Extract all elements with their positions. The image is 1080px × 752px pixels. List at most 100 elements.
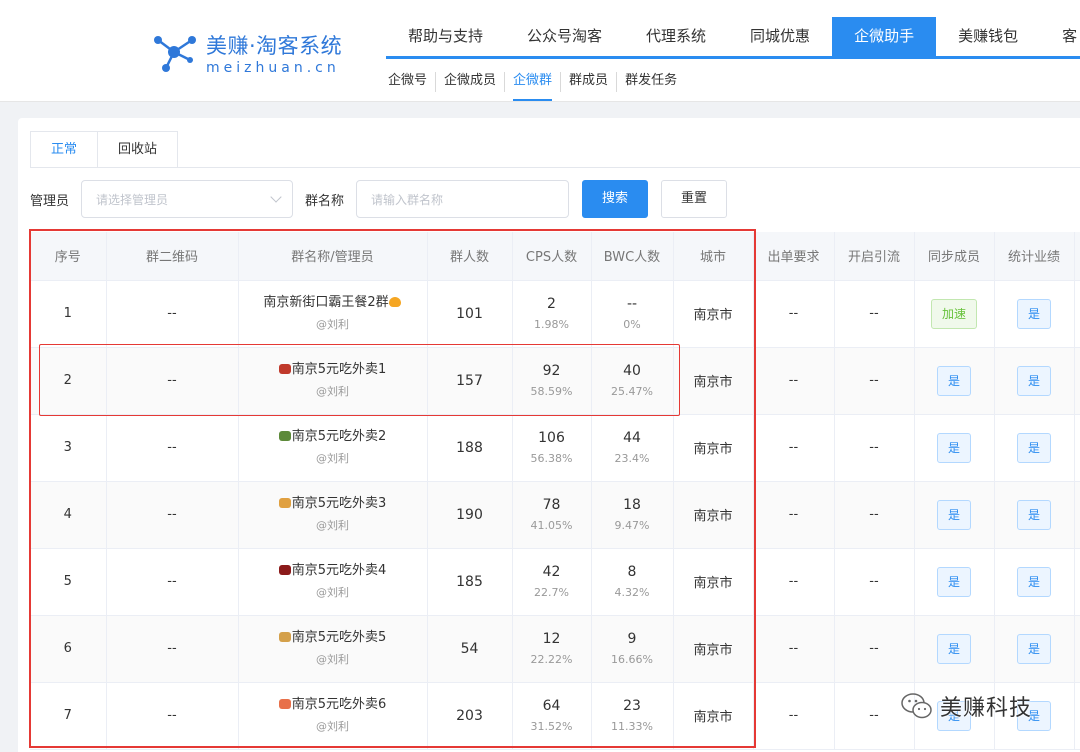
groups-table-wrapper: 序号 群二维码 群名称/管理员 群人数 CPS人数 BWC人数 城市 出单要求 … [30,232,1080,752]
nav-wallet[interactable]: 美赚钱包 [936,17,1040,56]
col-bwc-count: BWC人数 [591,232,674,281]
group-name-placeholder: 请输入群名称 [371,193,444,207]
group-name-line: 南京5元吃外卖5 [239,628,427,648]
group-name-line: 南京5元吃外卖6 [239,695,427,715]
sync-members-button[interactable]: 加速 [930,298,977,329]
bwc-count: 18 [623,496,641,513]
stats-toggle-button[interactable]: 是 [1016,499,1051,530]
city: 南京市 [693,509,733,524]
member-count: 101 [456,305,483,322]
watermark-text: 美赚科技 [940,696,1033,721]
table-row[interactable]: 2 -- 南京5元吃外卖1 @刘利 157 92 58.59% 40 25.47% 南京市 -- --… [30,347,1080,415]
cell-group-name: 南京5元吃外卖5 @刘利 [238,615,428,683]
bwc-percent: 0% [623,317,641,331]
filter-bar: 管理员 请选择管理员 群名称 请输入群名称 搜索 重置 [30,180,728,218]
cps-percent: 58.59% [530,384,573,398]
cell-traffic-enabled: -- [834,481,915,549]
table-row[interactable]: 4 -- 南京5元吃外卖3 @刘利 190 78 41.05% 18 9.47% 南京市 -- -- 是… [30,481,1080,549]
table-row[interactable]: 1 -- 南京新街口霸王餐2群 @刘利 101 2 1.98% -- 0% 南京市 -- -- 加速是 [30,280,1080,348]
cell-order-requirement: -- [753,414,835,482]
tabs-divider [30,167,1080,168]
subnav-wecom-groups[interactable]: 企微群 [504,72,560,101]
cell-stats: 是 [994,548,1075,616]
table-row[interactable]: 3 -- 南京5元吃外卖2 @刘利 188 106 56.38% 44 23.4% 南京市 -- --… [30,414,1080,482]
cps-percent: 31.52% [530,719,573,733]
cell-cps: 78 41.05% [512,481,592,549]
cell-bwc: -- 0% [591,280,674,348]
reset-button[interactable]: 重置 [661,180,728,218]
sync-members-button[interactable]: 是 [936,365,971,396]
cell-sync-members: 是 [914,414,995,482]
cell-overflow [1074,414,1080,482]
stats-toggle-button[interactable]: 是 [1016,298,1051,329]
stats-toggle-button[interactable]: 是 [1016,365,1051,396]
nav-agent-system[interactable]: 代理系统 [624,17,728,56]
search-button[interactable]: 搜索 [582,180,649,218]
group-admin: @刘利 [316,720,349,733]
cell-cps: 64 31.52% [512,682,592,750]
cell-group-name: 南京新街口霸王餐2群 @刘利 [238,280,428,348]
nav-more[interactable]: 客 [1040,17,1080,56]
nav-official-account[interactable]: 公众号淘客 [505,17,624,56]
stats-toggle-button[interactable]: 是 [1016,566,1051,597]
group-name: 南京5元吃外卖1 [291,362,387,377]
sync-members-button[interactable]: 是 [936,432,971,463]
bwc-percent: 16.66% [611,652,653,666]
cell-overflow [1074,548,1080,616]
food-emoji-icon [278,632,291,642]
member-count: 190 [456,506,483,523]
cell-member-count: 101 [427,280,513,348]
tab-normal[interactable]: 正常 [30,131,99,168]
group-name: 南京5元吃外卖5 [291,630,387,645]
cell-overflow [1074,682,1080,750]
cell-bwc: 9 16.66% [591,615,674,683]
cell-city: 南京市 [673,347,754,415]
subnav-broadcast-tasks[interactable]: 群发任务 [616,72,685,92]
member-count: 203 [456,707,483,724]
bwc-count: -- [626,295,638,312]
nav-help[interactable]: 帮助与支持 [386,17,505,56]
subnav-wecom-members[interactable]: 企微成员 [435,72,504,92]
brand-logo[interactable]: 美赚·淘客系统 meizhuan.cn [150,26,360,82]
cell-group-name: 南京5元吃外卖3 @刘利 [238,481,428,549]
city: 南京市 [693,576,733,591]
cell-member-count: 185 [427,548,513,616]
cell-sync-members: 是 [914,347,995,415]
tab-recycle-bin[interactable]: 回收站 [98,131,179,168]
cell-traffic-enabled: -- [834,347,915,415]
nav-wecom-assistant[interactable]: 企微助手 [832,17,937,56]
watermark: 美赚科技 [900,688,1032,724]
group-name-input[interactable]: 请输入群名称 [356,180,570,218]
nav-local-deals[interactable]: 同城优惠 [728,17,832,56]
bwc-percent: 4.32% [614,585,650,599]
group-admin: @刘利 [316,653,349,666]
group-admin: @刘利 [316,318,349,331]
bwc-percent: 11.33% [611,719,653,733]
sync-members-button[interactable]: 是 [936,566,971,597]
table-row[interactable]: 6 -- 南京5元吃外卖5 @刘利 54 12 22.22% 9 16.66% 南京市 -- -- 是是 [30,615,1080,683]
subnav-group-members[interactable]: 群成员 [560,72,616,92]
sync-members-button[interactable]: 是 [936,633,971,664]
col-traffic-enabled: 开启引流 [834,232,915,281]
cell-traffic-enabled: -- [834,548,915,616]
col-overflow [1074,232,1080,281]
col-member-count: 群人数 [427,232,513,281]
table-body: 1 -- 南京新街口霸王餐2群 @刘利 101 2 1.98% -- 0% 南京市 -- -- 加速是 2… [30,280,1080,750]
subnav-wecom-account[interactable]: 企微号 [388,72,435,92]
cell-member-count: 54 [427,615,513,683]
city: 南京市 [693,375,733,390]
top-header: 美赚·淘客系统 meizhuan.cn 帮助与支持 公众号淘客 代理系统 同城优… [0,0,1080,102]
col-city: 城市 [673,232,754,281]
sync-members-button[interactable]: 是 [936,499,971,530]
col-order-requirement: 出单要求 [753,232,835,281]
admin-select[interactable]: 请选择管理员 [81,180,294,218]
table-row[interactable]: 5 -- 南京5元吃外卖4 @刘利 185 42 22.7% 8 4.32% 南京市 -- -- 是是 [30,548,1080,616]
stats-toggle-button[interactable]: 是 [1016,633,1051,664]
col-stats: 统计业绩 [994,232,1075,281]
cps-count: 42 [542,563,561,580]
group-name: 南京5元吃外卖6 [291,697,387,712]
cell-qr-code: -- [106,548,239,616]
cell-city: 南京市 [673,280,754,348]
food-emoji-icon [278,498,291,508]
stats-toggle-button[interactable]: 是 [1016,432,1051,463]
